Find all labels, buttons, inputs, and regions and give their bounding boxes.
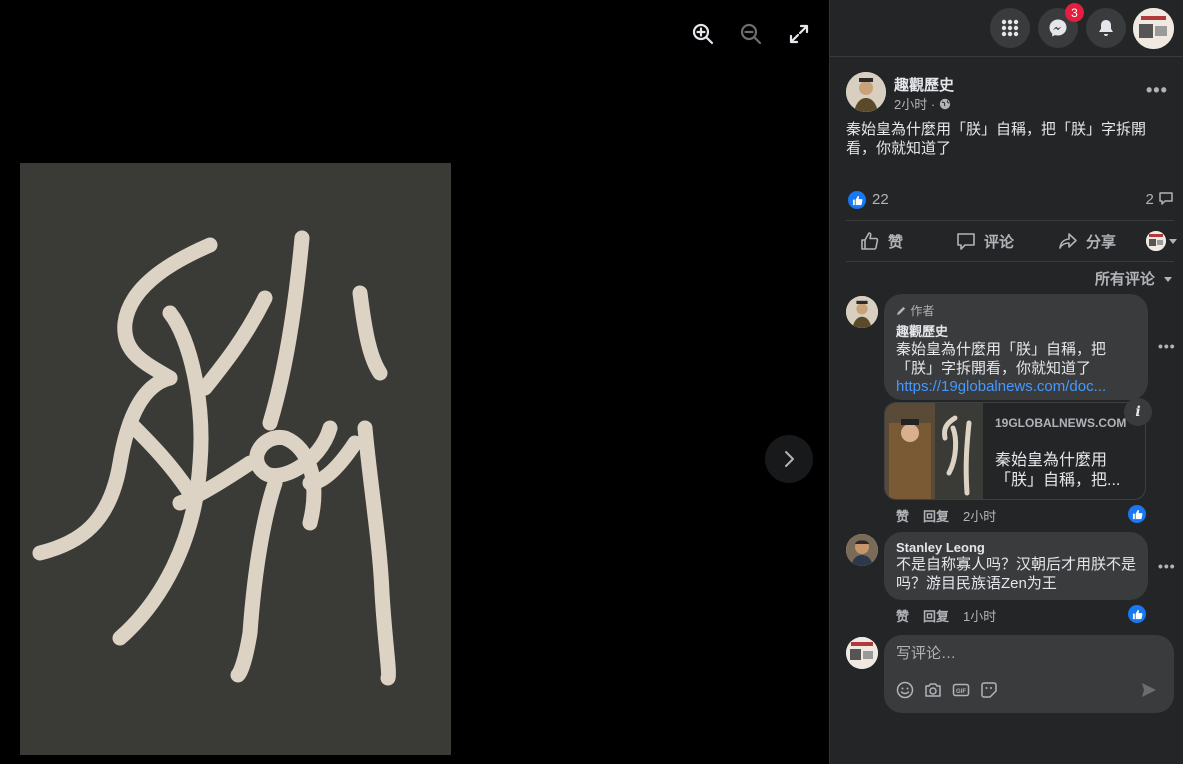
comment-icon — [1159, 192, 1173, 205]
comment-reply-button[interactable]: 回复 — [923, 606, 949, 625]
comment-like-reaction-icon[interactable] — [1128, 605, 1146, 623]
messenger-button[interactable]: 3 — [1038, 3, 1084, 48]
comment-button[interactable]: 评论 — [956, 221, 1014, 261]
comment-options-button[interactable]: ••• — [1158, 338, 1176, 354]
messenger-badge: 3 — [1065, 3, 1084, 22]
comment-sort-dropdown[interactable]: 所有评论 — [1095, 268, 1173, 289]
like-button[interactable]: 赞 — [860, 221, 903, 261]
share-button-label: 分享 — [1086, 233, 1117, 251]
comment-author-avatar[interactable] — [846, 296, 878, 328]
link-preview-thumbnail — [885, 403, 983, 499]
composer-avatar[interactable] — [846, 637, 878, 669]
author-badge-label: 作者 — [910, 304, 935, 318]
link-preview-domain: 19GLOBALNEWS.COM — [995, 416, 1127, 430]
fullscreen-icon[interactable] — [787, 22, 811, 46]
comment-time[interactable]: 2小时 — [963, 506, 996, 525]
post-options-button[interactable]: ••• — [1146, 80, 1168, 101]
bell-icon — [1099, 20, 1113, 36]
post-photo[interactable] — [20, 163, 451, 755]
comment-reply-button[interactable]: 回复 — [923, 506, 949, 525]
link-preview-title: 秦始皇為什麼用「朕」自稱，把... — [995, 452, 1121, 489]
commenter-avatar-image — [846, 534, 878, 566]
grid-menu-icon — [1001, 19, 1019, 37]
share-icon — [1059, 233, 1077, 249]
comment-author-name[interactable]: 趣觀歷史 — [896, 321, 1136, 340]
comment-options-button[interactable]: ••• — [1158, 558, 1176, 574]
account-avatar[interactable] — [1133, 8, 1174, 49]
thumbs-up-icon — [1132, 509, 1142, 519]
comment-actions: 赞 回复 1小时 — [896, 606, 996, 625]
reaction-audience-selector[interactable] — [1146, 221, 1178, 261]
comment-like-reaction-icon[interactable] — [1128, 505, 1146, 523]
link-info-button[interactable]: i — [1124, 398, 1152, 426]
comment-bubble: Stanley Leong 不是自称寡人吗？汉朝后才用朕不是吗？游目民族语Zen… — [884, 532, 1148, 600]
comment-bubble: 作者 趣觀歷史 秦始皇為什麼用「朕」自稱，把「朕」字拆開看，你就知道了 http… — [884, 294, 1148, 400]
comment-text: 不是自称寡人吗？汉朝后才用朕不是吗？游目民族语Zen为王 — [896, 556, 1137, 592]
share-button[interactable]: 分享 — [1058, 221, 1116, 261]
caret-down-icon — [1164, 277, 1172, 282]
comment-count-value: 2 — [1145, 191, 1154, 208]
author-avatar-image — [846, 72, 886, 112]
comment-composer: GIF — [884, 635, 1174, 713]
comment-time[interactable]: 1小时 — [963, 606, 996, 625]
comment-count[interactable]: 2 — [1145, 191, 1174, 208]
photo-viewer — [0, 0, 829, 764]
comment-input[interactable] — [896, 643, 1156, 663]
comment-link[interactable]: https://19globalnews.com/doc... — [896, 378, 1136, 395]
comment-author-name[interactable]: Stanley Leong — [896, 540, 1136, 555]
globe-icon — [939, 98, 950, 110]
comment-author-avatar-image — [846, 296, 878, 328]
caret-down-icon — [1169, 239, 1177, 244]
camera-icon[interactable] — [924, 681, 942, 699]
top-bar: 3 — [830, 0, 1183, 57]
gif-icon[interactable]: GIF — [952, 681, 970, 699]
seal-script-glyph-image — [32, 230, 396, 686]
thumbs-up-icon — [1132, 609, 1142, 619]
link-preview-card[interactable]: 19GLOBALNEWS.COM 秦始皇為什麼用「朕」自稱，把... — [884, 402, 1146, 500]
thumbs-up-icon — [852, 195, 862, 205]
selected-profile-avatar-image — [1146, 231, 1166, 251]
post-author-name[interactable]: 趣觀歷史 — [894, 74, 954, 95]
svg-text:GIF: GIF — [956, 689, 966, 695]
post-side-panel: 3 趣觀歷史 2小时 · ••• 秦始皇為什麼用「朕」自稱，把「朕」字拆開看，你… — [829, 0, 1183, 764]
post-header: 趣觀歷史 2小时 · — [846, 72, 1176, 116]
author-badge: 作者 — [896, 302, 1136, 319]
post-text: 秦始皇為什麼用「朕」自稱，把「朕」字拆開看，你就知道了 — [846, 121, 1147, 157]
author-avatar[interactable] — [846, 72, 886, 112]
comment-like-button[interactable]: 赞 — [896, 506, 909, 525]
chevron-right-icon — [785, 451, 794, 467]
comment-sort-label: 所有评论 — [1094, 271, 1155, 288]
send-icon[interactable] — [1140, 681, 1158, 699]
emoji-icon[interactable] — [896, 681, 914, 699]
next-photo-button[interactable] — [765, 435, 813, 483]
menu-button[interactable] — [990, 8, 1030, 48]
zoom-out-icon[interactable] — [739, 22, 763, 46]
like-count[interactable]: 22 — [872, 191, 889, 208]
comment-actions: 赞 回复 2小时 — [896, 506, 996, 525]
account-avatar-image — [1133, 8, 1174, 49]
messenger-icon — [1049, 19, 1067, 37]
comment-outline-icon — [957, 233, 975, 250]
post-stats: 22 2 — [846, 188, 1174, 212]
comment-like-button[interactable]: 赞 — [896, 606, 909, 625]
notifications-button[interactable] — [1086, 8, 1126, 48]
thumbs-up-outline-icon — [861, 232, 879, 250]
post-time[interactable]: 2小时 · — [894, 97, 935, 112]
selected-profile-avatar — [1146, 231, 1166, 251]
composer-avatar-image — [846, 637, 878, 669]
link-preview-image — [885, 403, 983, 499]
comment-text: 秦始皇為什麼用「朕」自稱，把「朕」字拆開看，你就知道了 — [896, 341, 1107, 377]
commenter-avatar[interactable] — [846, 534, 878, 566]
like-reaction-icon[interactable] — [848, 191, 866, 209]
post-meta: 2小时 · — [894, 94, 951, 113]
sticker-icon[interactable] — [980, 681, 998, 699]
pencil-icon — [896, 306, 906, 316]
comment-button-label: 评论 — [984, 233, 1015, 251]
like-button-label: 赞 — [888, 233, 904, 251]
zoom-in-icon[interactable] — [691, 22, 715, 46]
post-action-bar: 赞 评论 分享 — [846, 220, 1177, 262]
